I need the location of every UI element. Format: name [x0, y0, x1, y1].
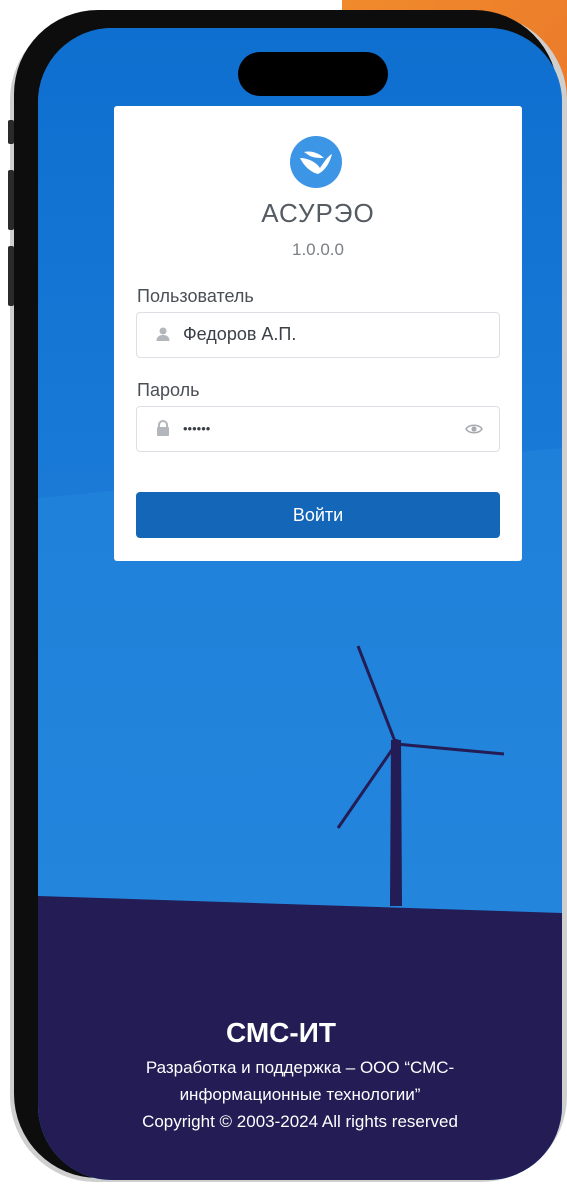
password-label: Пароль — [137, 380, 200, 400]
dove-logo-icon — [290, 136, 342, 188]
password-value: •••••• — [183, 421, 211, 436]
side-button-volume-up — [8, 170, 14, 230]
login-card: АСУРЭО 1.0.0.0 Пользователь Федоров А.П.… — [114, 106, 522, 561]
user-icon — [156, 327, 170, 341]
phone-notch — [238, 52, 388, 96]
eye-icon[interactable] — [465, 422, 483, 436]
app-screen: АСУРЭО 1.0.0.0 Пользователь Федоров А.П.… — [38, 28, 562, 1180]
side-button-volume-down — [8, 246, 14, 306]
side-button-silent — [8, 120, 14, 144]
lock-icon — [157, 420, 169, 436]
username-field[interactable]: Федоров А.П. — [136, 312, 500, 358]
phone-frame: АСУРЭО 1.0.0.0 Пользователь Федоров А.П.… — [8, 10, 562, 1180]
company-logo-text: СМС-ИТ — [226, 1017, 336, 1048]
smc-it-company-logo: СМС-ИТ — [226, 1017, 336, 1048]
footer-developer-line-1: Разработка и поддержка – ООО “СМС- — [145, 1058, 455, 1077]
username-value: Федоров А.П. — [183, 324, 297, 344]
footer-copyright: Copyright © 2003-2024 All rights reserve… — [142, 1112, 458, 1131]
app-version: 1.0.0.0 — [292, 240, 344, 259]
password-field[interactable]: •••••• — [136, 406, 500, 452]
username-label: Пользователь — [137, 286, 254, 306]
footer-developer-line-2: информационные технологии” — [179, 1085, 421, 1104]
app-title: АСУРЭО — [261, 198, 375, 228]
login-button[interactable]: Войти — [136, 492, 500, 538]
